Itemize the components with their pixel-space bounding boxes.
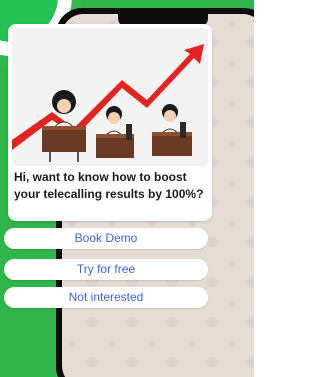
try-for-free-button[interactable]: Try for free bbox=[4, 259, 208, 280]
message-text: Hi, want to know how to boost your telec… bbox=[14, 170, 204, 201]
not-interested-button[interactable]: Not interested bbox=[4, 287, 208, 308]
ad-creative: Hi, want to know how to boost your telec… bbox=[0, 0, 254, 377]
message-bubble: Hi, want to know how to boost your telec… bbox=[8, 24, 212, 221]
message-image bbox=[12, 28, 208, 166]
telecallers-illustration bbox=[12, 28, 208, 166]
book-demo-button[interactable]: Book Demo bbox=[4, 228, 208, 249]
